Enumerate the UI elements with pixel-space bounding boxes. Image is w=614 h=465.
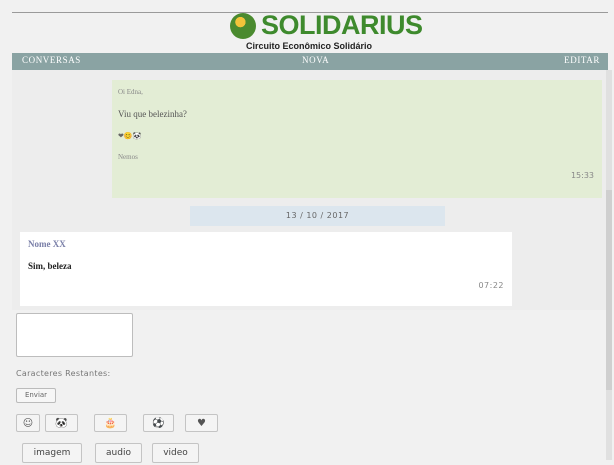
message-input[interactable] xyxy=(16,313,133,357)
soccer-ball-icon[interactable]: ⚽ xyxy=(143,414,174,432)
nav-new[interactable]: NOVA xyxy=(302,55,329,65)
outgoing-message: Oi Edna, Viu que belezinha? ❤😊🐼 Nemos 15… xyxy=(112,80,602,198)
panda-icon[interactable]: 🐼 xyxy=(45,414,78,432)
message-time: 15:33 xyxy=(570,171,594,180)
scrollbar-thumb[interactable] xyxy=(606,190,612,390)
message-emojis: ❤😊🐼 xyxy=(118,132,142,140)
remaining-characters-label: Caracteres Restantes: xyxy=(16,369,111,378)
nav-edit[interactable]: EDITAR xyxy=(564,55,600,65)
cake-icon[interactable]: 🎂 xyxy=(94,414,127,432)
date-separator: 13 / 10 / 2017 xyxy=(190,206,445,226)
message-line: Oi Edna, xyxy=(118,88,143,96)
scrollbar[interactable] xyxy=(606,70,612,460)
audio-button[interactable]: audio xyxy=(95,443,142,463)
brand-name: SOLIDARIUS xyxy=(261,10,423,40)
message-author: Nome XX xyxy=(28,239,66,249)
send-button[interactable]: Enviar xyxy=(16,388,56,403)
nav-conversations[interactable]: CONVERSAS xyxy=(22,55,81,65)
image-button[interactable]: imagem xyxy=(22,443,82,463)
message-text: Sim, beleza xyxy=(28,261,72,271)
top-nav-bar: CONVERSAS NOVA EDITAR xyxy=(12,53,608,70)
globe-icon xyxy=(230,13,256,39)
heart-icon[interactable]: ♥ xyxy=(185,414,218,432)
message-line: Nemos xyxy=(118,153,138,161)
message-line: Viu que belezinha? xyxy=(118,109,187,119)
brand-tagline: Circuito Econômico Solidário xyxy=(246,41,373,51)
brand-logo: SOLIDARIUS Circuito Econômico Solidário xyxy=(230,10,423,52)
message-time: 07:22 xyxy=(478,281,504,290)
smiley-icon[interactable]: ☺ xyxy=(16,414,40,432)
incoming-message: Nome XX Sim, beleza 07:22 xyxy=(20,232,512,306)
video-button[interactable]: video xyxy=(152,443,199,463)
